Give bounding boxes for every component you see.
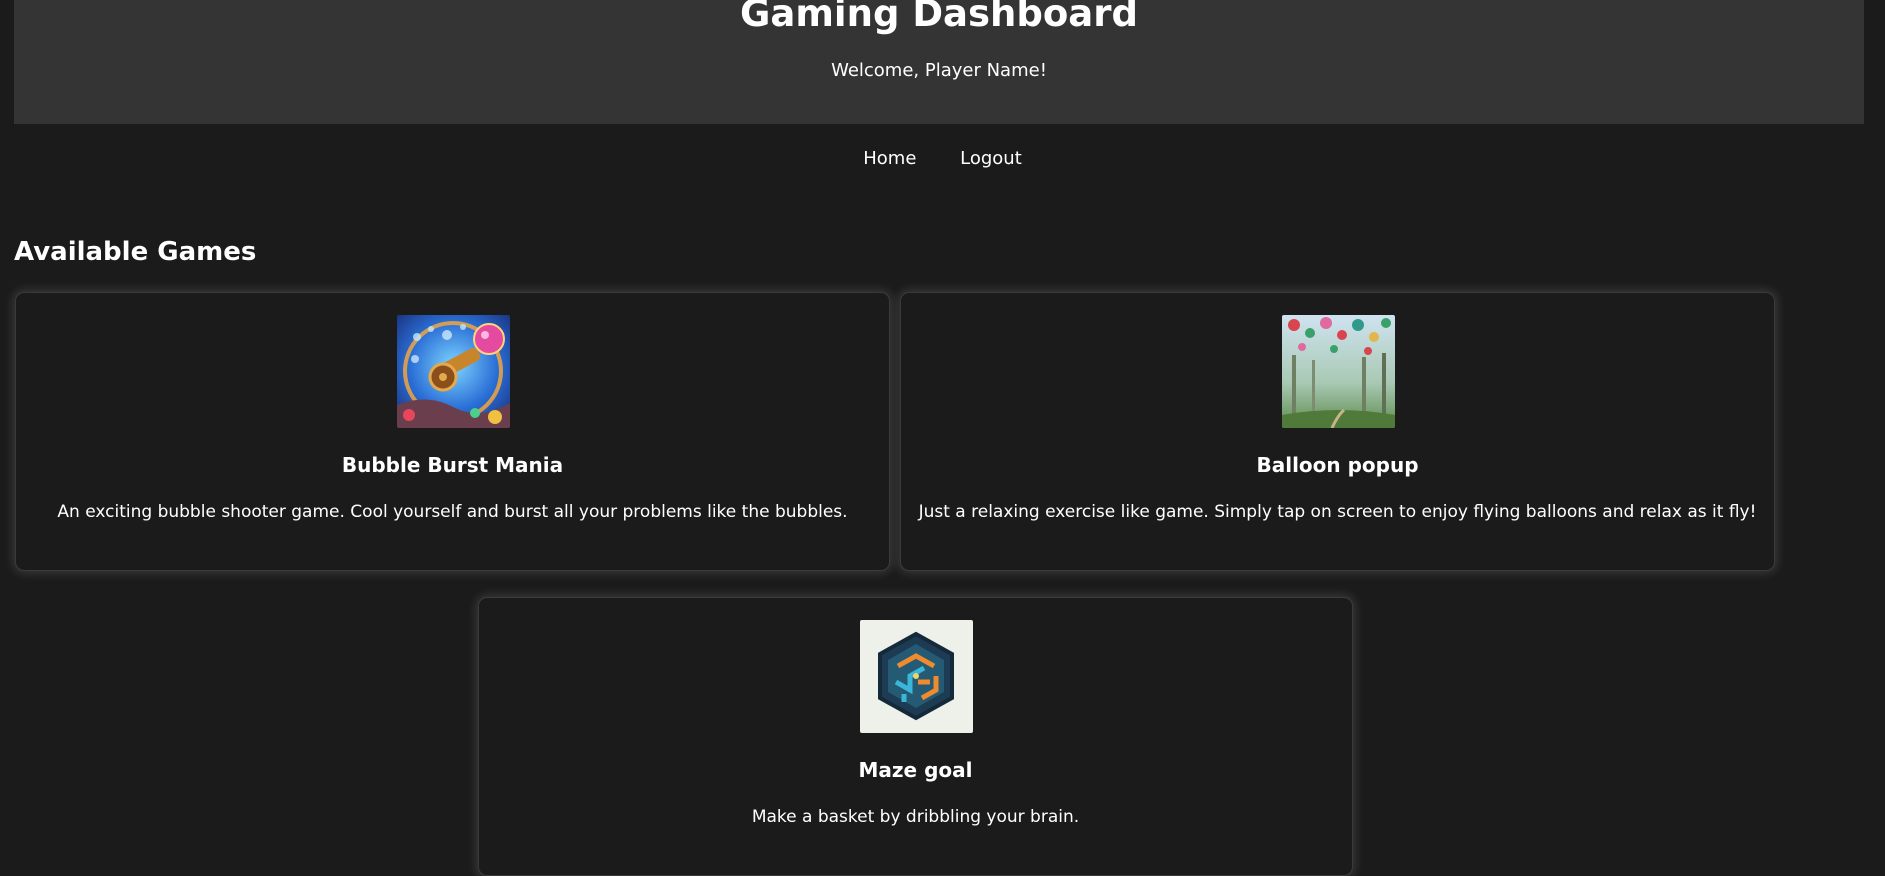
game-description: Just a relaxing exercise like game. Simp… <box>918 502 1757 522</box>
page-header: Gaming Dashboard Welcome, Player Name! <box>14 0 1864 124</box>
game-title: Bubble Burst Mania <box>341 453 564 477</box>
game-title: Maze goal <box>858 758 973 782</box>
nav-logout-link[interactable]: Logout <box>960 148 1022 169</box>
game-title: Balloon popup <box>1256 453 1419 477</box>
game-card-maze-goal[interactable]: Maze goal Make a basket by dribbling you… <box>478 597 1353 876</box>
welcome-message: Welcome, Player Name! <box>831 60 1047 81</box>
page-title: Gaming Dashboard <box>740 0 1138 35</box>
game-description: Make a basket by dribbling your brain. <box>751 807 1080 827</box>
game-card-bubble-burst-mania[interactable]: Bubble Burst Mania An exciting bubble sh… <box>15 292 890 571</box>
bubble-cannon-image[interactable] <box>396 315 510 428</box>
section-title: Available Games <box>14 237 257 267</box>
hex-maze-image[interactable] <box>859 620 973 733</box>
game-description: An exciting bubble shooter game. Cool yo… <box>57 502 848 522</box>
game-card-balloon-popup[interactable]: Balloon popup Just a relaxing exercise l… <box>900 292 1775 571</box>
main-nav: Home Logout <box>0 147 1885 171</box>
balloon-forest-image[interactable] <box>1281 315 1395 428</box>
nav-home-link[interactable]: Home <box>863 148 916 169</box>
